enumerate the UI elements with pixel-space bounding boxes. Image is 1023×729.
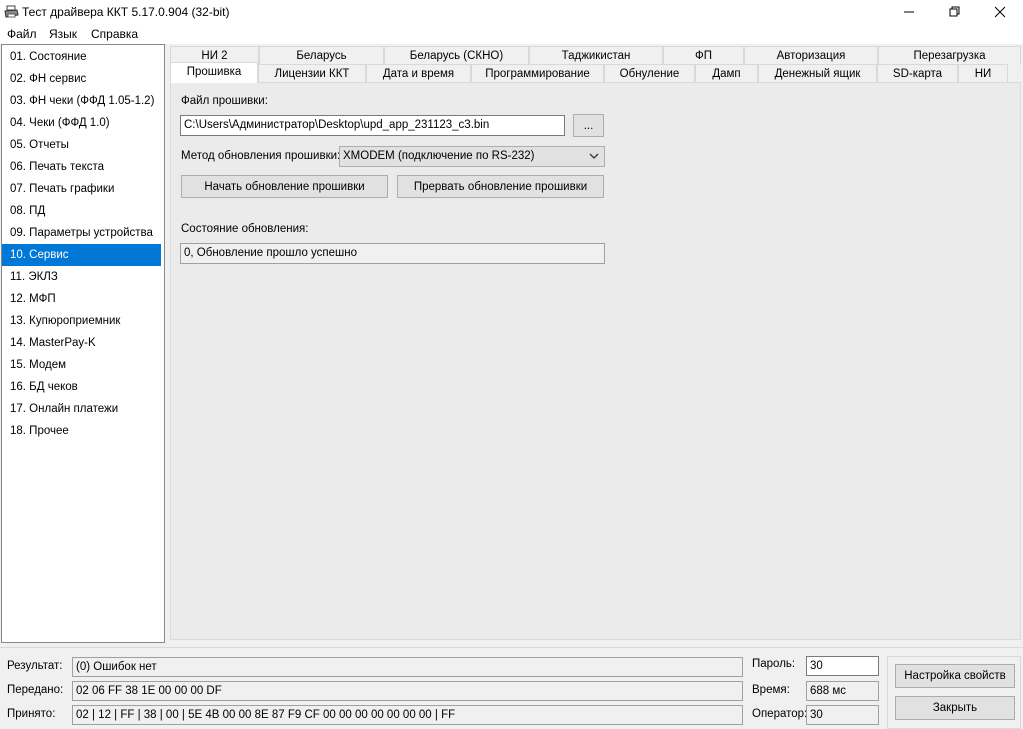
list-item[interactable]: 12. МФП xyxy=(2,288,161,310)
browse-button[interactable]: ... xyxy=(573,114,604,137)
password-input[interactable]: 30 xyxy=(806,656,879,676)
menu-help[interactable]: Справка xyxy=(91,27,138,41)
list-item[interactable]: 17. Онлайн платежи xyxy=(2,398,161,420)
list-item[interactable]: 04. Чеки (ФФД 1.0) xyxy=(2,112,161,134)
menu-file[interactable]: Файл xyxy=(7,27,37,41)
result-field: (0) Ошибок нет xyxy=(72,657,743,677)
tab-belarus-skno[interactable]: Беларусь (СКНО) xyxy=(384,46,529,65)
time-label: Время: xyxy=(752,684,790,696)
tab-ni[interactable]: НИ xyxy=(958,64,1008,83)
close-button[interactable]: Закрыть xyxy=(895,696,1015,720)
tab-programming[interactable]: Программирование xyxy=(471,64,604,83)
tab-reboot[interactable]: Перезагрузка xyxy=(878,46,1021,65)
update-method-label: Метод обновления прошивки: xyxy=(181,150,341,162)
list-item[interactable]: 09. Параметры устройства xyxy=(2,222,161,244)
list-item[interactable]: 15. Модем xyxy=(2,354,161,376)
settings-button[interactable]: Настройка свойств xyxy=(895,664,1015,688)
list-item[interactable]: 06. Печать текста xyxy=(2,156,161,178)
password-label: Пароль: xyxy=(752,658,796,670)
minimize-button[interactable] xyxy=(886,0,932,24)
result-label: Результат: xyxy=(7,660,63,672)
tab-firmware[interactable]: Прошивка xyxy=(170,62,258,83)
minimize-icon xyxy=(904,11,914,13)
window-title: Тест драйвера ККТ 5.17.0.904 (32-bit) xyxy=(22,5,230,19)
list-item[interactable]: 05. Отчеты xyxy=(2,134,161,156)
list-item[interactable]: 16. БД чеков xyxy=(2,376,161,398)
tab-sd-card[interactable]: SD-карта xyxy=(877,64,958,83)
tab-dump[interactable]: Дамп xyxy=(695,64,758,83)
operator-label: Оператор: xyxy=(752,708,808,720)
tab-fp[interactable]: ФП xyxy=(663,46,744,65)
list-item[interactable]: 01. Состояние xyxy=(2,46,161,68)
list-item[interactable]: 11. ЭКЛЗ xyxy=(2,266,161,288)
update-status-label: Состояние обновления: xyxy=(181,223,309,235)
chevron-down-icon xyxy=(589,153,599,159)
close-window-button[interactable] xyxy=(977,0,1023,24)
close-icon xyxy=(994,6,1006,18)
restore-icon xyxy=(949,6,960,17)
tab-belarus[interactable]: Беларусь xyxy=(259,46,384,65)
sent-field: 02 06 FF 38 1E 00 00 00 DF xyxy=(72,681,743,701)
firmware-file-label: Файл прошивки: xyxy=(181,95,268,107)
tab-tajikistan[interactable]: Таджикистан xyxy=(529,46,663,65)
list-item[interactable]: 02. ФН сервис xyxy=(2,68,161,90)
tab-date-time[interactable]: Дата и время xyxy=(366,64,471,83)
abort-update-button[interactable]: Прервать обновление прошивки xyxy=(397,175,604,198)
update-method-value: XMODEM (подключение по RS-232) xyxy=(343,150,535,162)
operator-field: 30 xyxy=(806,705,879,725)
list-item[interactable]: 14. MasterPay-K xyxy=(2,332,161,354)
firmware-file-input[interactable]: C:\Users\Администратор\Desktop\upd_app_2… xyxy=(180,115,565,136)
restore-button[interactable] xyxy=(932,0,978,24)
sent-label: Передано: xyxy=(7,684,64,696)
menu-bar xyxy=(0,24,1023,44)
tab-reset[interactable]: Обнуление xyxy=(604,64,695,83)
menu-language[interactable]: Язык xyxy=(49,27,77,41)
list-item[interactable]: 07. Печать графики xyxy=(2,178,161,200)
list-item-selected[interactable]: 10. Сервис xyxy=(2,244,161,266)
received-field: 02 | 12 | FF | 38 | 00 | 5E 4B 00 00 8E … xyxy=(72,705,743,725)
received-label: Принято: xyxy=(7,708,56,720)
update-status-field: 0, Обновление прошло успешно xyxy=(180,243,605,264)
time-field: 688 мс xyxy=(806,681,879,701)
list-item[interactable]: 03. ФН чеки (ФФД 1.05-1.2) xyxy=(2,90,161,112)
list-item[interactable]: 13. Купюроприемник xyxy=(2,310,161,332)
tab-authorization[interactable]: Авторизация xyxy=(744,46,878,65)
tab-licenses[interactable]: Лицензии ККТ xyxy=(258,64,366,83)
update-method-select[interactable]: XMODEM (подключение по RS-232) xyxy=(339,146,605,167)
list-item[interactable]: 18. Прочее xyxy=(2,420,161,442)
bottom-separator xyxy=(0,647,1023,648)
start-update-button[interactable]: Начать обновление прошивки xyxy=(181,175,388,198)
tab-cash-drawer[interactable]: Денежный ящик xyxy=(758,64,877,83)
printer-icon xyxy=(4,5,19,18)
list-item[interactable]: 08. ПД xyxy=(2,200,161,222)
